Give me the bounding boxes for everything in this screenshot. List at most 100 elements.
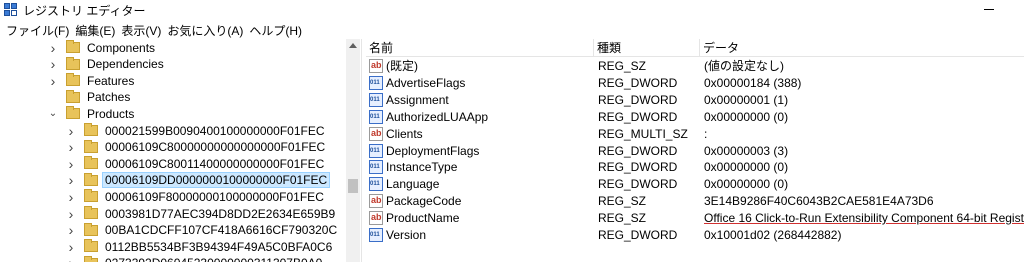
- binary-value-icon: [369, 228, 383, 242]
- folder-icon: [84, 123, 98, 136]
- folder-icon: [66, 106, 80, 120]
- tree-item[interactable]: Patches: [48, 89, 132, 106]
- registry-key-tree[interactable]: › Components › Dependencies › Features Patches…: [0, 39, 346, 262]
- chevron-right-icon[interactable]: ›: [66, 140, 76, 154]
- value-row[interactable]: Version REG_DWORD 0x10001d02 (268442882): [366, 227, 1024, 244]
- window-title: レジストリ エディター: [23, 3, 146, 18]
- menu-view[interactable]: 表示(V): [118, 22, 164, 39]
- tree-item-label: 0112BB5534BF3B94394F49A5C0BFA0C6: [105, 239, 333, 254]
- folder-icon: [84, 139, 98, 153]
- tree-item-label: 0003981D77AEC394D8DD2E2634E659B9: [105, 206, 336, 221]
- tree-item-label: Patches: [87, 90, 131, 105]
- tree-item[interactable]: › 0112BB5534BF3B94394F49A5C0BFA0C6: [66, 238, 334, 255]
- chevron-right-icon[interactable]: ›: [66, 124, 76, 138]
- value-data: 0x10001d02 (268442882): [704, 228, 842, 242]
- string-value-icon: [369, 211, 383, 226]
- tree-scrollbar[interactable]: [346, 39, 360, 262]
- tree-item[interactable]: › Components: [48, 39, 157, 56]
- chevron-down-icon[interactable]: ⌄: [48, 108, 58, 119]
- tree-item[interactable]: › 00006109DD0000000100000000F01FEC: [66, 172, 331, 189]
- value-name: (既定): [386, 59, 418, 73]
- tree-item-label: 00006109C80011400000000000F01FEC: [105, 156, 325, 171]
- tree-item[interactable]: › Dependencies: [48, 56, 166, 73]
- tree-item-label: Dependencies: [87, 57, 164, 72]
- tree-item[interactable]: › 0273392D06045230000000311307B0A0: [66, 255, 324, 262]
- value-row[interactable]: (既定) REG_SZ (値の設定なし): [366, 58, 1024, 75]
- tree-item-label: 0273392D06045230000000311307B0A0: [103, 256, 324, 262]
- tree-item[interactable]: › 0003981D77AEC394D8DD2E2634E659B9: [66, 205, 337, 222]
- chevron-right-icon[interactable]: ›: [66, 240, 76, 254]
- value-row[interactable]: AdvertiseFlags REG_DWORD 0x00000184 (388): [366, 75, 1024, 92]
- value-row[interactable]: Assignment REG_DWORD 0x00000001 (1): [366, 92, 1024, 109]
- chevron-right-icon[interactable]: [48, 92, 58, 102]
- tree-item[interactable]: › 00006109C80011400000000000F01FEC: [66, 155, 326, 172]
- folder-icon: [84, 239, 98, 253]
- value-type: REG_DWORD: [598, 177, 678, 192]
- tree-item[interactable]: › 00006109F80000000100000000F01FEC: [66, 188, 326, 205]
- folder-icon: [66, 40, 80, 53]
- tree-item-label: Components: [87, 40, 156, 55]
- string-value-icon: [369, 126, 383, 141]
- value-name: AuthorizedLUAApp: [386, 109, 489, 124]
- column-header-name[interactable]: 名前: [366, 39, 593, 57]
- chevron-right-icon[interactable]: ›: [48, 41, 58, 55]
- column-header-data[interactable]: データ: [699, 39, 1024, 57]
- chevron-right-icon[interactable]: ›: [66, 157, 76, 171]
- value-row[interactable]: Language REG_DWORD 0x00000000 (0): [366, 176, 1024, 193]
- value-data: 0x00000003 (3): [704, 143, 789, 158]
- value-row[interactable]: ProductName REG_SZ Office 16 Click-to-Run …: [366, 210, 1024, 227]
- menu-edit[interactable]: 編集(E): [72, 22, 118, 39]
- tree-item[interactable]: ⌄ Products: [48, 105, 136, 122]
- value-row[interactable]: PackageCode REG_SZ 3E14B9286F40C6043B2CAE5…: [366, 193, 1024, 210]
- scroll-up-arrow-icon[interactable]: [349, 43, 357, 48]
- folder-icon: [84, 206, 98, 219]
- binary-value-icon: [369, 177, 383, 192]
- binary-value-icon: [369, 109, 383, 124]
- value-row[interactable]: AuthorizedLUAApp REG_DWORD 0x00000000 (0): [366, 109, 1024, 126]
- chevron-right-icon[interactable]: ›: [66, 256, 76, 262]
- folder-icon: [66, 56, 80, 70]
- tree-item-label: 00006109F80000000100000000F01FEC: [105, 189, 324, 204]
- tree-item-label: 00BA1CDCFF107CF418A6616CF790320C: [105, 223, 338, 238]
- folder-icon: [84, 156, 98, 170]
- registry-editor-icon: [4, 3, 18, 17]
- tree-item-label: 00006109C80000000000000000F01FEC: [105, 140, 326, 155]
- column-header-type[interactable]: 種類: [593, 39, 699, 57]
- tree-item[interactable]: › 000021599B0090400100000000F01FEC: [66, 122, 327, 139]
- chevron-right-icon[interactable]: ›: [66, 207, 76, 221]
- tree-item[interactable]: › Features: [48, 72, 136, 89]
- value-type: REG_MULTI_SZ: [598, 126, 688, 141]
- chevron-right-icon[interactable]: ›: [66, 173, 76, 187]
- tree-item[interactable]: › 00BA1CDCFF107CF418A6616CF790320C: [66, 222, 339, 239]
- value-name: Version: [386, 228, 427, 242]
- value-name: Clients: [386, 126, 423, 141]
- value-name: DeploymentFlags: [386, 143, 480, 158]
- scrollbar-thumb[interactable]: [348, 179, 358, 193]
- value-name: PackageCode: [386, 194, 462, 209]
- chevron-right-icon[interactable]: ›: [48, 57, 58, 71]
- menu-file[interactable]: ファイル(F): [3, 22, 72, 39]
- string-value-icon: [369, 194, 383, 209]
- binary-value-icon: [369, 75, 383, 90]
- value-row[interactable]: Clients REG_MULTI_SZ:: [366, 126, 1024, 143]
- chevron-right-icon[interactable]: ›: [66, 190, 76, 204]
- menu-help[interactable]: ヘルプ(H): [246, 22, 305, 39]
- chevron-right-icon[interactable]: ›: [48, 74, 58, 88]
- value-data: 0x00000000 (0): [704, 177, 789, 192]
- pane-splitter[interactable]: [361, 39, 365, 262]
- value-row[interactable]: InstanceType REG_DWORD 0x00000000 (0): [366, 159, 1024, 176]
- value-type: REG_SZ: [598, 194, 647, 209]
- menu-bar: ファイル(F) 編集(E) 表示(V) お気に入り(A) ヘルプ(H): [0, 20, 1024, 40]
- menu-favorites[interactable]: お気に入り(A): [164, 22, 246, 39]
- folder-icon: [84, 189, 98, 203]
- minimize-button[interactable]: [982, 2, 996, 16]
- value-data: 0x00000000 (0): [704, 160, 789, 175]
- value-type: REG_DWORD: [598, 143, 678, 158]
- value-data: :: [704, 126, 708, 141]
- value-type: REG_DWORD: [598, 228, 678, 242]
- chevron-right-icon[interactable]: ›: [66, 223, 76, 237]
- value-row[interactable]: DeploymentFlags REG_DWORD 0x00000003 (3): [366, 143, 1024, 160]
- tree-item[interactable]: › 00006109C80000000000000000F01FEC: [66, 139, 327, 156]
- folder-icon: [66, 89, 80, 103]
- value-name: Language: [386, 177, 440, 192]
